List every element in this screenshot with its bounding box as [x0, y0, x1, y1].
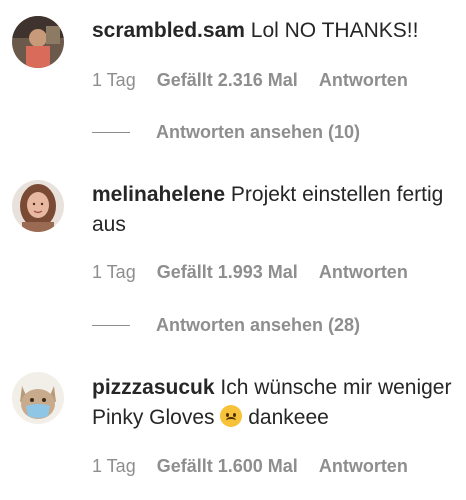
view-replies-label: Antworten ansehen (10) [156, 122, 361, 142]
comment-time[interactable]: 1 Tag [92, 262, 136, 282]
comment-meta: 1 Tag Gefällt 1.600 Mal Antworten [92, 456, 424, 477]
comment-text: melinahelene Projekt einstellen fertig a… [92, 180, 452, 240]
comment-body-end: dankeee [248, 406, 329, 429]
user-avatar-sam[interactable] [12, 16, 64, 68]
upside-down-face-emoji-icon [220, 405, 243, 427]
view-replies-button[interactable]: Antworten ansehen (28) [92, 315, 360, 336]
comment-likes[interactable]: Gefällt 1.600 Mal [157, 456, 298, 476]
reply-button[interactable]: Antworten [319, 70, 408, 90]
divider-line [92, 325, 130, 326]
comment-username[interactable]: pizzzasucuk [92, 376, 215, 399]
comment-meta: 1 Tag Gefällt 2.316 Mal Antworten [92, 70, 424, 91]
reply-button[interactable]: Antworten [319, 262, 408, 282]
view-replies-button[interactable]: Antworten ansehen (10) [92, 122, 360, 143]
comment-body: Lol NO THANKS!! [250, 19, 419, 42]
comment-likes[interactable]: Gefällt 1.993 Mal [157, 262, 298, 282]
reply-button[interactable]: Antworten [319, 456, 408, 476]
view-replies-label: Antworten ansehen (28) [156, 315, 361, 335]
comment-text: scrambled.sam Lol NO THANKS!! [92, 16, 452, 46]
comment-time[interactable]: 1 Tag [92, 70, 136, 90]
comment-text: pizzzasucuk Ich wünsche mir weniger Pink… [92, 373, 452, 433]
user-avatar-cat[interactable] [12, 372, 64, 424]
comment-username[interactable]: scrambled.sam [92, 19, 245, 42]
comment-meta: 1 Tag Gefällt 1.993 Mal Antworten [92, 262, 424, 283]
user-avatar-melina[interactable] [12, 180, 64, 232]
comment-time[interactable]: 1 Tag [92, 456, 136, 476]
divider-line [92, 132, 130, 133]
comment-username[interactable]: melinahelene [92, 183, 225, 206]
comment-likes[interactable]: Gefällt 2.316 Mal [157, 70, 298, 90]
